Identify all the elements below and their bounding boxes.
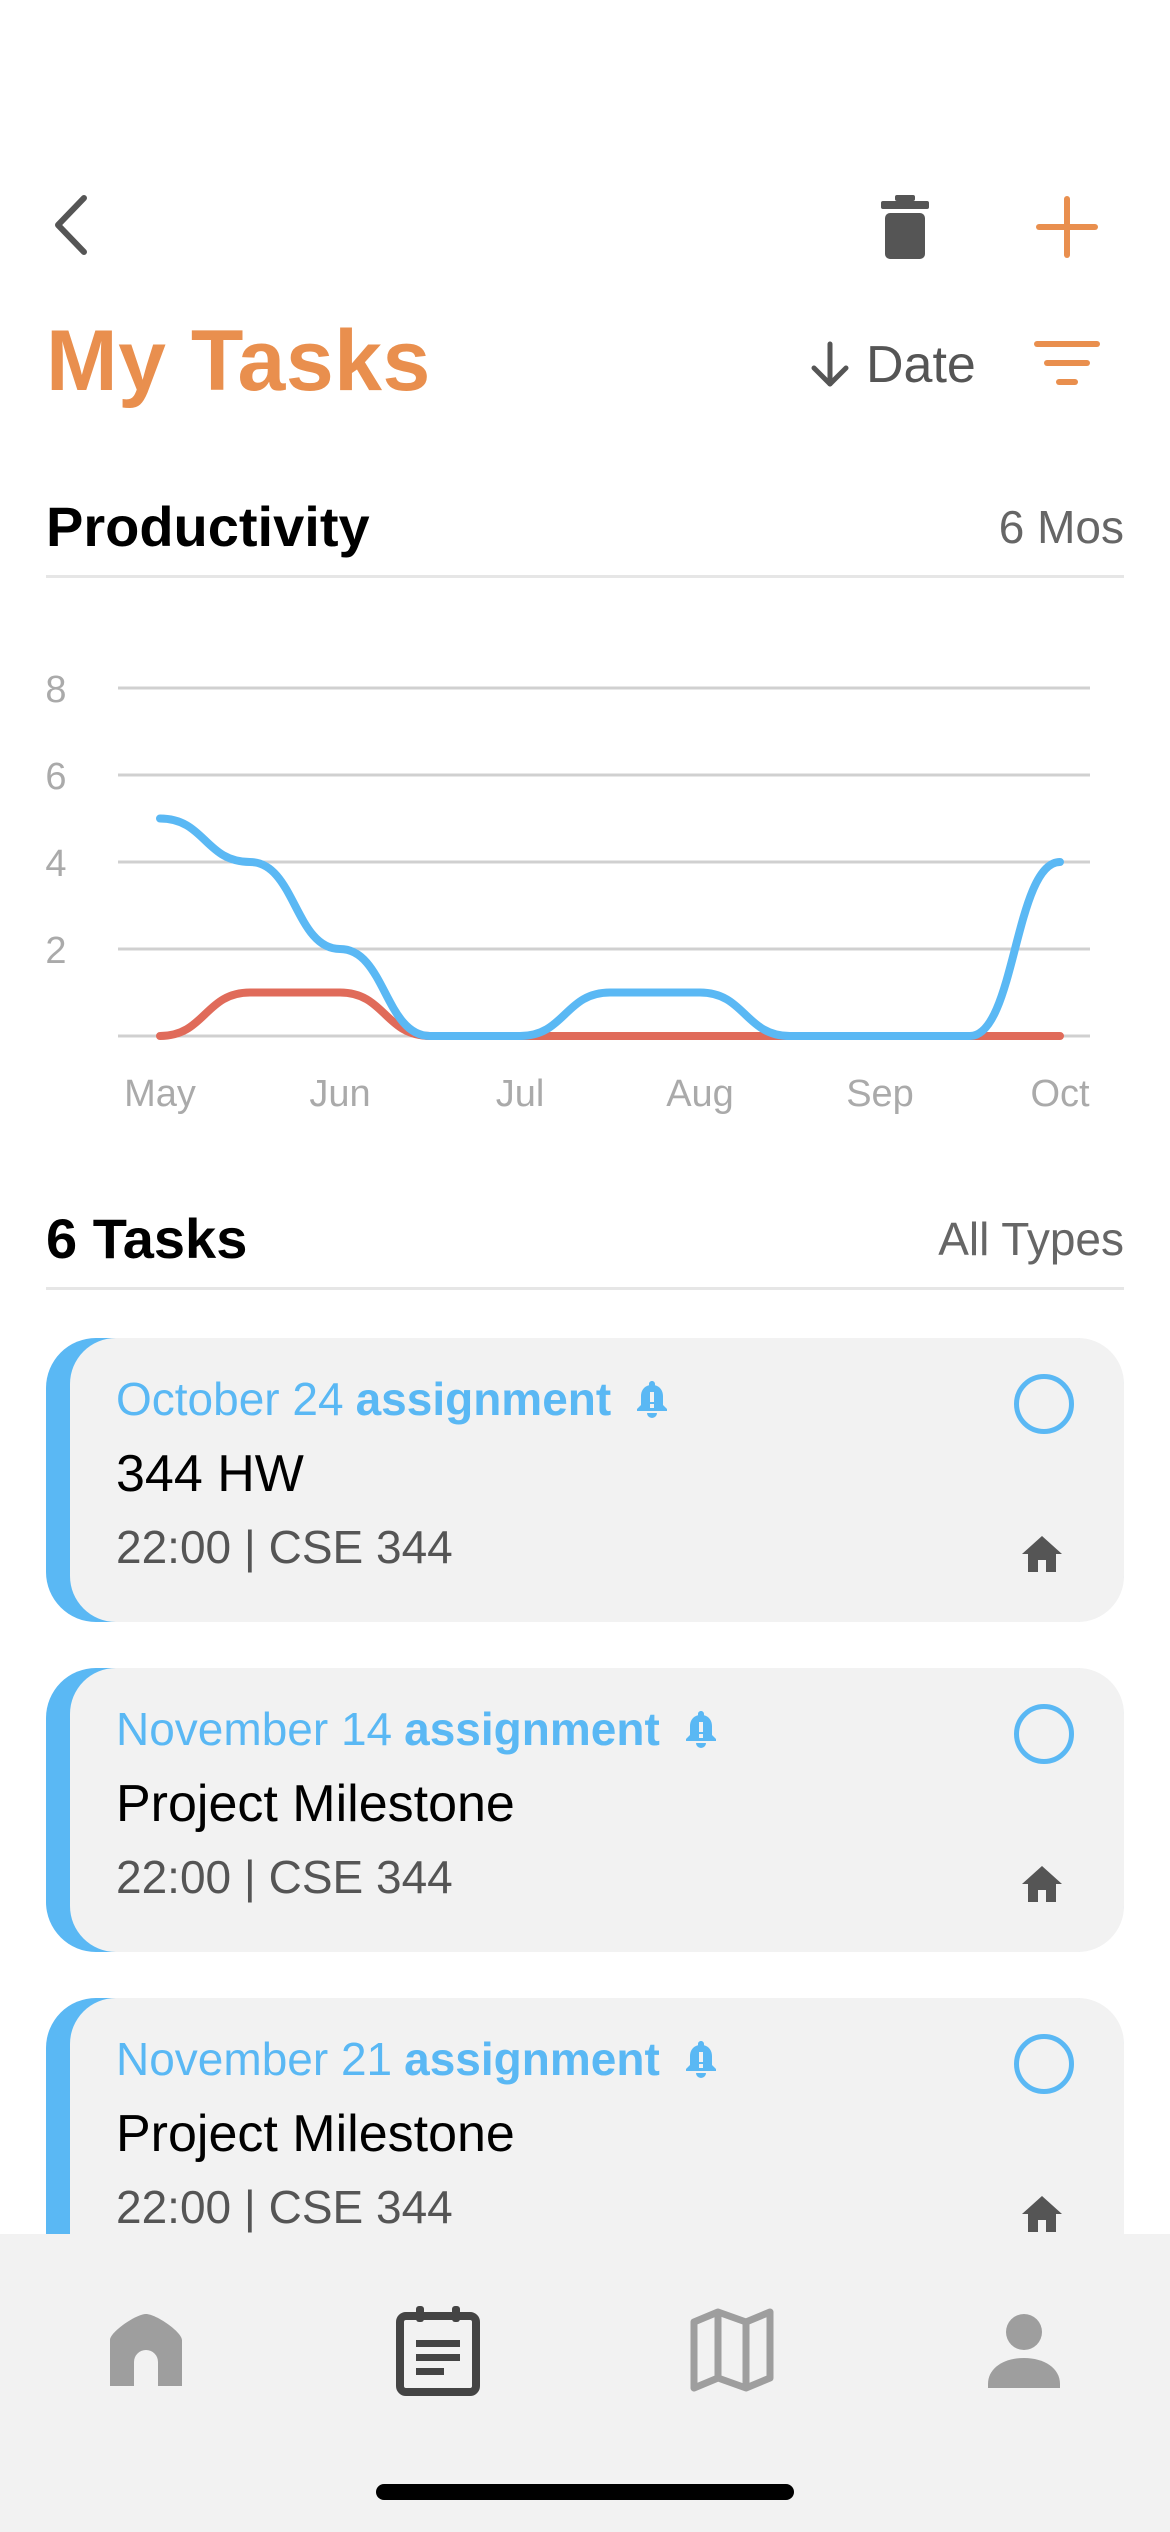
delete-button[interactable] (858, 180, 952, 274)
chevron-left-icon (55, 195, 87, 255)
home-icon (1022, 2196, 1062, 2232)
task-card-body: November 14 assignment Project Milestone… (70, 1668, 1124, 1952)
chart-svg: 2 4 6 8 May Jun Jul Aug Sep Oct (45, 669, 1090, 1115)
task-title: Project Milestone (116, 1775, 515, 1833)
title-row: My Tasks Date (0, 300, 1170, 430)
arrow-down-icon (811, 341, 849, 387)
task-card[interactable]: November 21 assignment Project Milestone… (46, 1998, 1124, 2234)
task-list: October 24 assignment 344 HW 22:00 | CSE… (46, 1338, 1124, 2234)
nav-map[interactable] (662, 2280, 802, 2420)
sort-label: Date (866, 336, 976, 394)
task-meta: 22:00 | CSE 344 (116, 2181, 453, 2233)
task-complete-toggle[interactable] (1014, 1374, 1074, 1434)
tasks-header: 6 Tasks All Types (46, 1190, 1124, 1290)
nav-tasks[interactable] (368, 2280, 508, 2420)
task-meta: 22:00 | CSE 344 (116, 1521, 453, 1573)
add-task-button[interactable] (1020, 180, 1114, 274)
x-tick-label: May (124, 1073, 196, 1115)
task-title: 344 HW (116, 1445, 304, 1503)
bell-icon (684, 2039, 718, 2079)
y-tick-label: 8 (45, 669, 66, 711)
productivity-header: Productivity 6 Mos (46, 478, 1124, 578)
x-tick-label: Aug (666, 1073, 734, 1115)
task-date-line: November 14 assignment (116, 1702, 718, 1756)
task-complete-toggle[interactable] (1014, 2034, 1074, 2094)
home-icon (110, 2314, 182, 2386)
y-tick-label: 4 (45, 843, 66, 885)
bell-icon (635, 1379, 669, 1419)
range-selector[interactable]: 6 Mos (999, 500, 1124, 554)
back-button[interactable] (46, 180, 126, 270)
sort-button[interactable]: Date (808, 330, 976, 400)
series-line-0 (156, 814, 1064, 1040)
task-card-body: November 21 assignment Project Milestone… (70, 1998, 1124, 2234)
calendar-tasks-icon (396, 2306, 480, 2396)
series-line-1 (156, 988, 1064, 1040)
nav-profile[interactable] (954, 2280, 1094, 2420)
task-complete-toggle[interactable] (1014, 1704, 1074, 1764)
x-tick-label: Oct (1030, 1073, 1090, 1115)
page-title: My Tasks (46, 313, 431, 409)
trash-icon (881, 195, 929, 259)
home-indicator (376, 2484, 794, 2500)
x-tick-label: Sep (846, 1073, 914, 1115)
person-icon (988, 2314, 1060, 2388)
task-date: October 24 (116, 1373, 344, 1425)
productivity-chart: 2 4 6 8 May Jun Jul Aug Sep Oct (20, 640, 1150, 1140)
task-card[interactable]: November 14 assignment Project Milestone… (46, 1668, 1124, 1952)
map-icon (690, 2308, 774, 2392)
filter-button[interactable] (1028, 328, 1106, 398)
task-card[interactable]: October 24 assignment 344 HW 22:00 | CSE… (46, 1338, 1124, 1622)
plus-icon (1036, 196, 1098, 258)
task-date-line: October 24 assignment (116, 1372, 669, 1426)
task-card-body: October 24 assignment 344 HW 22:00 | CSE… (70, 1338, 1124, 1622)
x-tick-label: Jul (496, 1073, 545, 1115)
filter-icon (1034, 341, 1100, 385)
y-tick-label: 2 (45, 930, 66, 972)
y-tick-label: 6 (45, 756, 66, 798)
bell-icon (684, 1709, 718, 1749)
task-type: assignment (404, 1703, 660, 1755)
task-title: Project Milestone (116, 2105, 515, 2163)
task-type-filter[interactable]: All Types (938, 1212, 1124, 1266)
x-tick-label: Jun (309, 1073, 370, 1115)
app-screen: My Tasks Date Productivity 6 Mos 2 4 6 8 May… (0, 0, 1170, 2532)
task-type: assignment (355, 1373, 612, 1425)
task-type: assignment (404, 2033, 660, 2085)
task-date-line: November 21 assignment (116, 2032, 718, 2086)
home-icon (1022, 1866, 1062, 1902)
task-meta: 22:00 | CSE 344 (116, 1851, 453, 1903)
task-date: November 21 (116, 2033, 393, 2085)
productivity-title: Productivity (46, 495, 370, 558)
task-date: November 14 (116, 1703, 393, 1755)
nav-home[interactable] (76, 2280, 216, 2420)
top-bar (0, 160, 1170, 290)
home-icon (1022, 1536, 1062, 1572)
tasks-count-title: 6 Tasks (46, 1207, 248, 1270)
